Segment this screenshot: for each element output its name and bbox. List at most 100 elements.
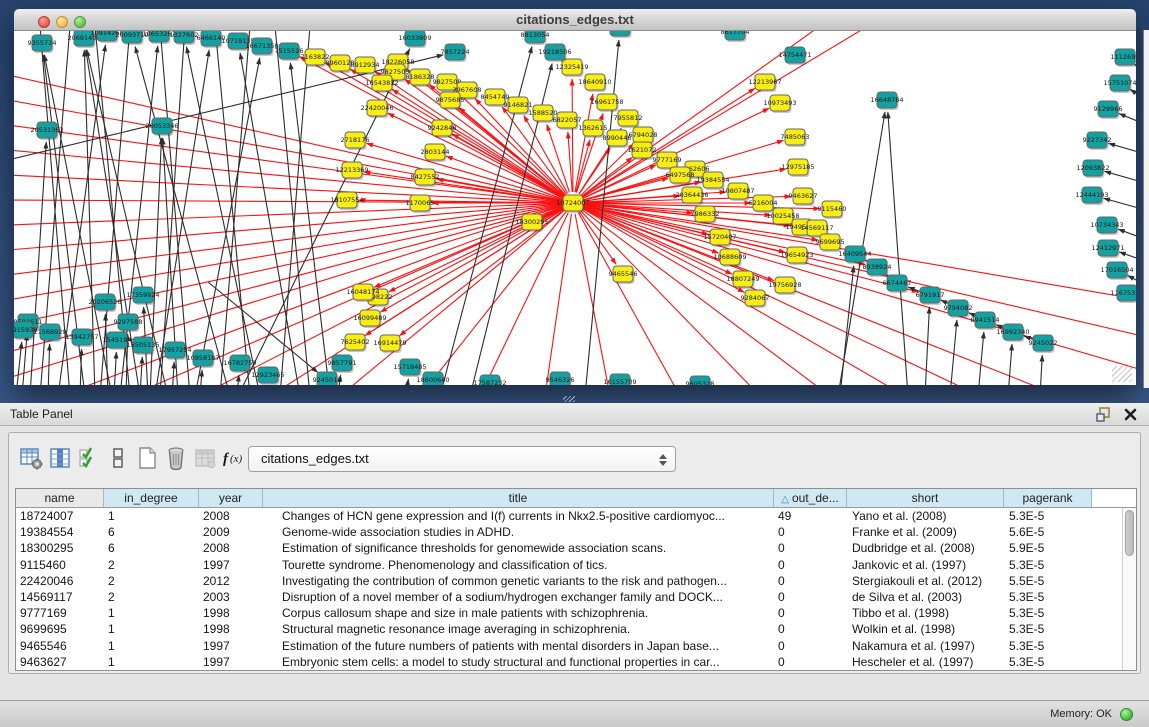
graph-node[interactable]: 8941514 [971, 312, 1000, 330]
table-row[interactable]: 977716911998Corpus callosum shape and si… [16, 605, 1136, 621]
graph-node[interactable]: 9355724 [28, 35, 57, 53]
graph-node[interactable]: 18640910 [578, 74, 611, 92]
graph-node[interactable]: 12444193 [1075, 187, 1108, 205]
graph-node[interactable]: 15718485 [393, 359, 426, 377]
graph-node[interactable]: 7485063 [781, 129, 810, 147]
graph-node[interactable]: 9857791 [328, 355, 357, 373]
graph-node[interactable]: 8617704 [721, 31, 750, 42]
graph-node[interactable]: 1327602 [170, 31, 199, 45]
graph-node[interactable]: 9463627 [789, 188, 818, 206]
graph-node[interactable]: 8186328 [406, 69, 435, 87]
graph-node[interactable]: 9297588 [114, 314, 143, 332]
graph-node[interactable]: 16155709 [603, 374, 636, 385]
graph-node[interactable]: 6497568 [666, 167, 695, 185]
select-all-columns-button[interactable] [75, 445, 102, 472]
graph-node[interactable]: 9227342 [1083, 132, 1112, 150]
column-header-out_de[interactable]: △out_de... [774, 489, 847, 507]
graph-node[interactable]: 9242848 [428, 120, 457, 138]
graph-node[interactable]: 19654923 [780, 247, 813, 265]
graph-node[interactable]: 8427552 [411, 169, 440, 187]
graph-node[interactable]: 12412971 [1091, 240, 1124, 258]
graph-node[interactable]: 16033809 [398, 31, 431, 48]
graph-node[interactable]: 19756928 [768, 277, 801, 295]
graph-node[interactable]: 15751074 [1103, 75, 1136, 93]
graph-node[interactable]: 9465546 [609, 266, 638, 284]
graph-node[interactable]: 6791917 [916, 287, 945, 305]
create-table-button[interactable] [133, 445, 160, 472]
graph-node[interactable]: 9875685 [436, 92, 465, 110]
graph-node[interactable]: 9794082 [944, 300, 973, 318]
table-row[interactable]: 1938455462009Genome-wide association stu… [16, 524, 1136, 540]
graph-node[interactable]: 20053346 [145, 118, 178, 136]
graph-node[interactable]: 18107554 [330, 192, 363, 210]
graph-node[interactable]: 11675330 [1110, 285, 1136, 303]
graph-node[interactable]: 20206526 [88, 294, 121, 312]
delete-table-button[interactable] [162, 445, 189, 472]
graph-node[interactable]: 1170065 [406, 195, 435, 213]
graph-node[interactable]: 10734343 [1090, 217, 1123, 235]
function-builder-button[interactable]: f(x) [220, 445, 247, 472]
graph-node[interactable]: 9245022 [1029, 335, 1058, 353]
graph-node[interactable]: 12975185 [781, 159, 814, 177]
graph-node[interactable]: 9284067 [741, 290, 770, 308]
memory-status-indicator[interactable] [1120, 708, 1133, 721]
graph-node[interactable]: 9129966 [1094, 101, 1123, 119]
panel-divider-grip[interactable] [563, 396, 575, 402]
graph-node[interactable]: 9605328 [686, 376, 715, 385]
table-row[interactable]: 969969511998Structural magnetic resonanc… [16, 621, 1136, 637]
graph-node[interactable]: 16914479 [373, 335, 406, 353]
graph-node[interactable]: 8938924 [863, 259, 892, 277]
network-canvas[interactable]: 1872400718300295716382289601288912934182… [14, 31, 1136, 385]
graph-node[interactable]: 2718176 [341, 132, 370, 150]
window-resize-grip[interactable] [1112, 366, 1132, 382]
column-header-in_degree[interactable]: in_degree [104, 489, 199, 507]
table-row[interactable]: 911546021997Tourette syndrome. Phenomeno… [16, 557, 1136, 573]
graph-node[interactable]: 7625402 [341, 334, 370, 352]
show-columns-button[interactable] [46, 445, 73, 472]
column-header-title[interactable]: title [263, 489, 774, 507]
graph-node-label: 15751074 [1103, 79, 1136, 87]
graph-node[interactable]: 8813054 [521, 31, 550, 45]
graph-node[interactable]: 20364436 [675, 187, 708, 205]
graph-node[interactable]: 17016504 [1100, 262, 1133, 280]
table-row[interactable]: 946362711997Embryonic stem cells: a mode… [16, 654, 1136, 670]
import-table-disabled-button[interactable] [191, 445, 218, 472]
graph-node[interactable]: 9245012 [313, 372, 342, 385]
graph-node[interactable]: 17587232 [473, 375, 506, 385]
table-settings-button[interactable] [17, 445, 44, 472]
table-row[interactable]: 946554611997Estimation of the future num… [16, 638, 1136, 654]
graph-node[interactable]: 12923465 [251, 367, 284, 385]
graph-node[interactable]: 22420046 [360, 100, 393, 118]
column-header-year[interactable]: year [199, 489, 263, 507]
column-header-pagerank[interactable]: pagerank [1004, 489, 1092, 507]
graph-node[interactable]: 7857224 [441, 44, 470, 62]
graph-node[interactable]: 1112699 [1111, 49, 1136, 67]
graph-node[interactable]: 9546326 [546, 372, 575, 385]
graph-node[interactable]: 12093822 [1076, 160, 1109, 178]
graph-node[interactable]: 6822057 [553, 112, 582, 130]
column-header-short[interactable]: short [847, 489, 1004, 507]
table-source-select[interactable]: citations_edges.txt [248, 446, 676, 472]
table-vertical-scrollbar[interactable] [1122, 508, 1136, 671]
window-titlebar[interactable]: citations_edges.txt [14, 9, 1136, 31]
close-panel-icon[interactable] [1122, 406, 1139, 423]
graph-node[interactable]: 7515526 [275, 43, 304, 61]
scrollbar-thumb[interactable] [1125, 510, 1134, 556]
table-row[interactable]: 1872400712008Changes of HCN gene express… [16, 508, 1136, 524]
graph-node[interactable]: 18383741 [603, 31, 636, 38]
graph-node[interactable]: 9115460 [818, 201, 847, 219]
row-height-button[interactable] [104, 445, 131, 472]
graph-node[interactable]: 2803144 [421, 144, 450, 162]
column-header-name[interactable]: name [16, 489, 104, 507]
graph-node[interactable]: 7955812 [614, 110, 643, 128]
graph-node[interactable]: 16961758 [590, 94, 623, 112]
graph-node[interactable]: 6674467 [883, 275, 912, 293]
table-row[interactable]: 1456911722003Disruption of a novel membe… [16, 589, 1136, 605]
graph-node[interactable]: 10688609 [713, 249, 746, 267]
graph-node[interactable]: 16648784 [870, 92, 903, 110]
cell-year-col: 1997 [199, 557, 263, 573]
table-row[interactable]: 1830029562008Estimation of significance … [16, 540, 1136, 556]
graph-node[interactable]: 10973493 [763, 95, 796, 113]
float-panel-icon[interactable] [1095, 406, 1112, 423]
table-row[interactable]: 2242004622012Investigating the contribut… [16, 573, 1136, 589]
